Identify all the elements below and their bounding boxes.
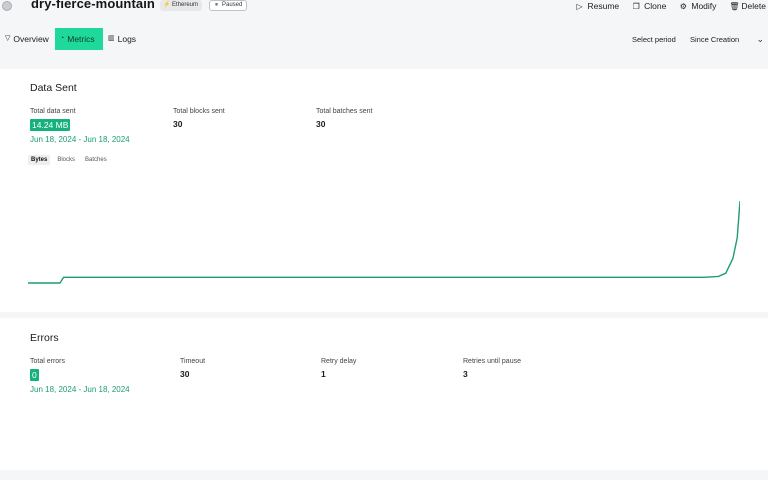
stat-value: 3	[463, 369, 468, 379]
stat-label: Total batches sent	[316, 108, 373, 115]
stat-total-data-sent: Total data sent 14.24 MB	[30, 108, 76, 133]
stat-total-errors: Total errors 0	[30, 358, 65, 383]
bolt-icon: ⚡	[163, 2, 171, 8]
stat-total-blocks-sent: Total blocks sent 30	[173, 108, 225, 129]
modify-button[interactable]: ⚙ Modify	[679, 0, 717, 12]
trash-icon: 🗑	[729, 1, 740, 11]
stat-label: Total errors	[30, 358, 66, 365]
clone-button-label: Clone	[644, 1, 667, 11]
tab-metrics-label: Metrics	[67, 34, 95, 44]
unit-bytes[interactable]: Bytes	[28, 155, 51, 165]
page-title: dry-fierce-mountain	[31, 0, 155, 11]
period-label: Select period	[632, 35, 676, 44]
resume-button[interactable]: ▷ Resume	[576, 0, 620, 12]
date-range: Jun 18, 2024 - Jun 18, 2024	[30, 135, 130, 144]
tab-logs[interactable]: ▥ Logs	[103, 28, 141, 50]
stat-label: Retries until pause	[463, 358, 521, 365]
stat-value: 30	[173, 119, 183, 129]
top-bar: dry-fierce-mountain ⚡ Ethereum ⏸ Paused ▷ R…	[0, 0, 768, 14]
unit-toggle: Bytes Blocks Batches	[28, 155, 110, 165]
tab-overview[interactable]: ▽ Overview	[0, 28, 54, 50]
unit-blocks[interactable]: Blocks	[54, 155, 78, 165]
play-icon: ▷	[576, 1, 583, 11]
errors-card: Errors Total errors 0 Timeout 30 Retry d…	[0, 318, 768, 470]
book-icon: ▥	[108, 35, 115, 42]
stat-value: 30	[316, 119, 326, 129]
gear-icon: ⚙	[679, 1, 687, 11]
copy-icon: ❐	[632, 1, 640, 11]
stat-label: Total blocks sent	[173, 108, 225, 115]
period-select[interactable]: Since Creation ⌄	[690, 32, 764, 46]
status-badge: ⏸ Paused	[209, 0, 248, 11]
header-actions: ▷ Resume ❐ Clone ⚙ Modify 🗑 Delete	[576, 0, 766, 12]
filter-icon: ▽	[5, 35, 11, 42]
data-sent-chart	[28, 200, 740, 284]
stat-label: Retry delay	[321, 358, 357, 365]
gauge-icon: ◔	[60, 35, 65, 42]
tab-logs-label: Logs	[117, 34, 137, 44]
errors-heading: Errors	[30, 332, 59, 344]
stat-label: Total data sent	[30, 108, 76, 115]
delete-button[interactable]: 🗑 Delete	[729, 0, 766, 12]
delete-button-label: Delete	[741, 1, 766, 11]
stat-value: 14.24 MB	[30, 119, 71, 131]
stat-label: Timeout	[180, 358, 206, 365]
stat-value: 30	[180, 369, 190, 379]
stat-timeout: Timeout 30	[180, 358, 205, 379]
chevron-down-icon: ⌄	[756, 33, 764, 44]
data-sent-heading: Data Sent	[30, 82, 77, 94]
stat-value: 1	[321, 369, 326, 379]
data-sent-card: Data Sent Total data sent 14.24 MB Total…	[0, 69, 768, 312]
resume-button-label: Resume	[587, 1, 620, 11]
network-badge-label: Ethereum	[172, 2, 199, 8]
period-select-value: Since Creation	[690, 34, 740, 44]
avatar[interactable]	[2, 1, 12, 11]
stat-retries-until-pause: Retries until pause 3	[463, 358, 521, 379]
network-badge: ⚡ Ethereum	[160, 0, 203, 11]
stat-retry-delay: Retry delay 1	[321, 358, 356, 379]
pause-icon: ⏸	[214, 2, 218, 8]
stat-value: 0	[30, 369, 39, 381]
status-badge-label: Paused	[222, 2, 243, 8]
stat-total-batches-sent: Total batches sent 30	[316, 108, 372, 129]
tab-metrics[interactable]: ◔ Metrics	[55, 28, 103, 50]
modify-button-label: Modify	[691, 1, 717, 11]
date-range: Jun 18, 2024 - Jun 18, 2024	[30, 385, 130, 394]
tab-overview-label: Overview	[13, 34, 49, 44]
clone-button[interactable]: ❐ Clone	[632, 0, 667, 12]
series-line	[28, 200, 740, 284]
unit-batches[interactable]: Batches	[82, 155, 110, 165]
